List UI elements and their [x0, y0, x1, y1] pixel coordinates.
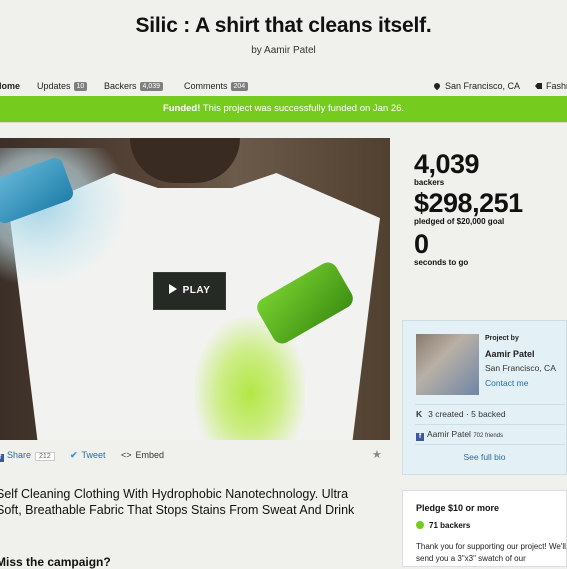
play-button[interactable]: PLAY — [153, 272, 226, 310]
divider — [415, 444, 565, 445]
star-icon[interactable]: ★ — [372, 448, 382, 461]
contact-me-link[interactable]: Contact me — [485, 378, 528, 388]
seconds-label: seconds to go — [414, 258, 469, 267]
kickstarter-icon: K — [416, 409, 423, 419]
backers-label: backers — [414, 178, 445, 187]
backers-dot-icon — [416, 521, 424, 529]
creator-fb-friends: 702 friends — [473, 433, 503, 439]
share-label: Share — [7, 450, 32, 460]
tweet-button[interactable]: ✔ Tweet — [70, 450, 106, 461]
tweet-label: Tweet — [81, 450, 106, 460]
byline-prefix: by — [251, 45, 262, 56]
creator-photo[interactable] — [416, 334, 479, 395]
pledged-label: pledged of $20,000 goal — [414, 217, 505, 226]
creator-history[interactable]: K 3 created · 5 backed — [416, 409, 506, 419]
tab-backers-label: Backers — [104, 81, 137, 91]
tab-backers[interactable]: Backers 4,039 — [104, 81, 164, 91]
funded-text: This project was successfully funded on … — [200, 103, 405, 114]
tab-comments-label: Comments — [184, 81, 228, 91]
location-link[interactable]: San Francisco, CA — [432, 81, 521, 91]
location-pin-icon — [432, 81, 442, 91]
creator-card: Project by Aamir Patel San Francisco, CA… — [402, 320, 567, 475]
pledged-amount: $298,251 — [414, 188, 523, 218]
embed-icon: <> — [121, 450, 132, 460]
reward-description: Thank you for supporting our project! We… — [416, 542, 566, 563]
share-count: 212 — [35, 452, 55, 461]
creator-location: San Francisco, CA — [485, 363, 556, 373]
tag-icon — [535, 83, 542, 89]
divider — [0, 122, 567, 123]
reward-backers: 71 backers — [416, 521, 470, 530]
facebook-share-button[interactable]: fShare212 — [0, 450, 55, 462]
seconds-count: 0 — [414, 229, 429, 259]
facebook-icon: f — [0, 454, 4, 462]
project-header: Silic : A shirt that cleans itself. by A… — [0, 0, 567, 72]
backers-count-badge: 4,039 — [139, 82, 164, 91]
tab-updates-label: Updates — [37, 81, 71, 91]
project-nav: Home Updates10 Backers4,039 Comments204 … — [0, 76, 567, 96]
share-bar: fShare212 ✔Tweet <>Embed ★ — [0, 448, 390, 464]
creator-facebook[interactable]: f Aamir Patel 702 friends — [416, 429, 503, 441]
play-label: PLAY — [182, 285, 211, 296]
location-label: San Francisco, CA — [445, 81, 521, 91]
tab-comments[interactable]: Comments 204 — [184, 81, 249, 91]
creator-name-link[interactable]: Aamir Patel — [264, 45, 316, 56]
creator-name[interactable]: Aamir Patel — [485, 349, 535, 359]
twitter-icon: ✔ — [70, 450, 78, 460]
backers-count: 4,039 — [414, 149, 480, 179]
reward-title: Pledge $10 or more — [416, 503, 500, 513]
divider — [415, 424, 565, 425]
stats-panel: 4,039 backers $298,251 pledged of $20,00… — [414, 150, 567, 267]
creator-fb-name: Aamir Patel — [427, 429, 471, 439]
funded-banner: Funded! This project was successfully fu… — [0, 96, 567, 122]
category-label: Fashion — [546, 81, 567, 91]
embed-button[interactable]: <> Embed — [121, 450, 164, 460]
reward-card[interactable]: Pledge $10 or more 71 backers Thank you … — [402, 490, 567, 567]
reward-backers-count: 71 backers — [429, 521, 471, 530]
play-icon — [168, 284, 177, 294]
project-blurb: Self Cleaning Clothing With Hydrophobic … — [0, 487, 355, 517]
tab-updates[interactable]: Updates 10 — [37, 81, 88, 91]
facebook-icon: f — [416, 433, 424, 441]
creator-history-text: 3 created · 5 backed — [428, 409, 506, 419]
divider — [415, 404, 565, 405]
category-link[interactable]: Fashion — [535, 81, 567, 91]
byline: by Aamir Patel — [0, 45, 567, 56]
project-by-label: Project by — [485, 335, 519, 342]
embed-label: Embed — [135, 450, 165, 460]
updates-count-badge: 10 — [73, 82, 88, 91]
comments-count-badge: 204 — [230, 82, 249, 91]
project-title: Silic : A shirt that cleans itself. — [135, 14, 432, 37]
see-full-bio-link[interactable]: See full bio — [403, 452, 566, 462]
tab-home-label: Home — [0, 81, 21, 91]
tab-home[interactable]: Home — [0, 81, 20, 91]
funded-label: Funded! — [162, 103, 201, 114]
